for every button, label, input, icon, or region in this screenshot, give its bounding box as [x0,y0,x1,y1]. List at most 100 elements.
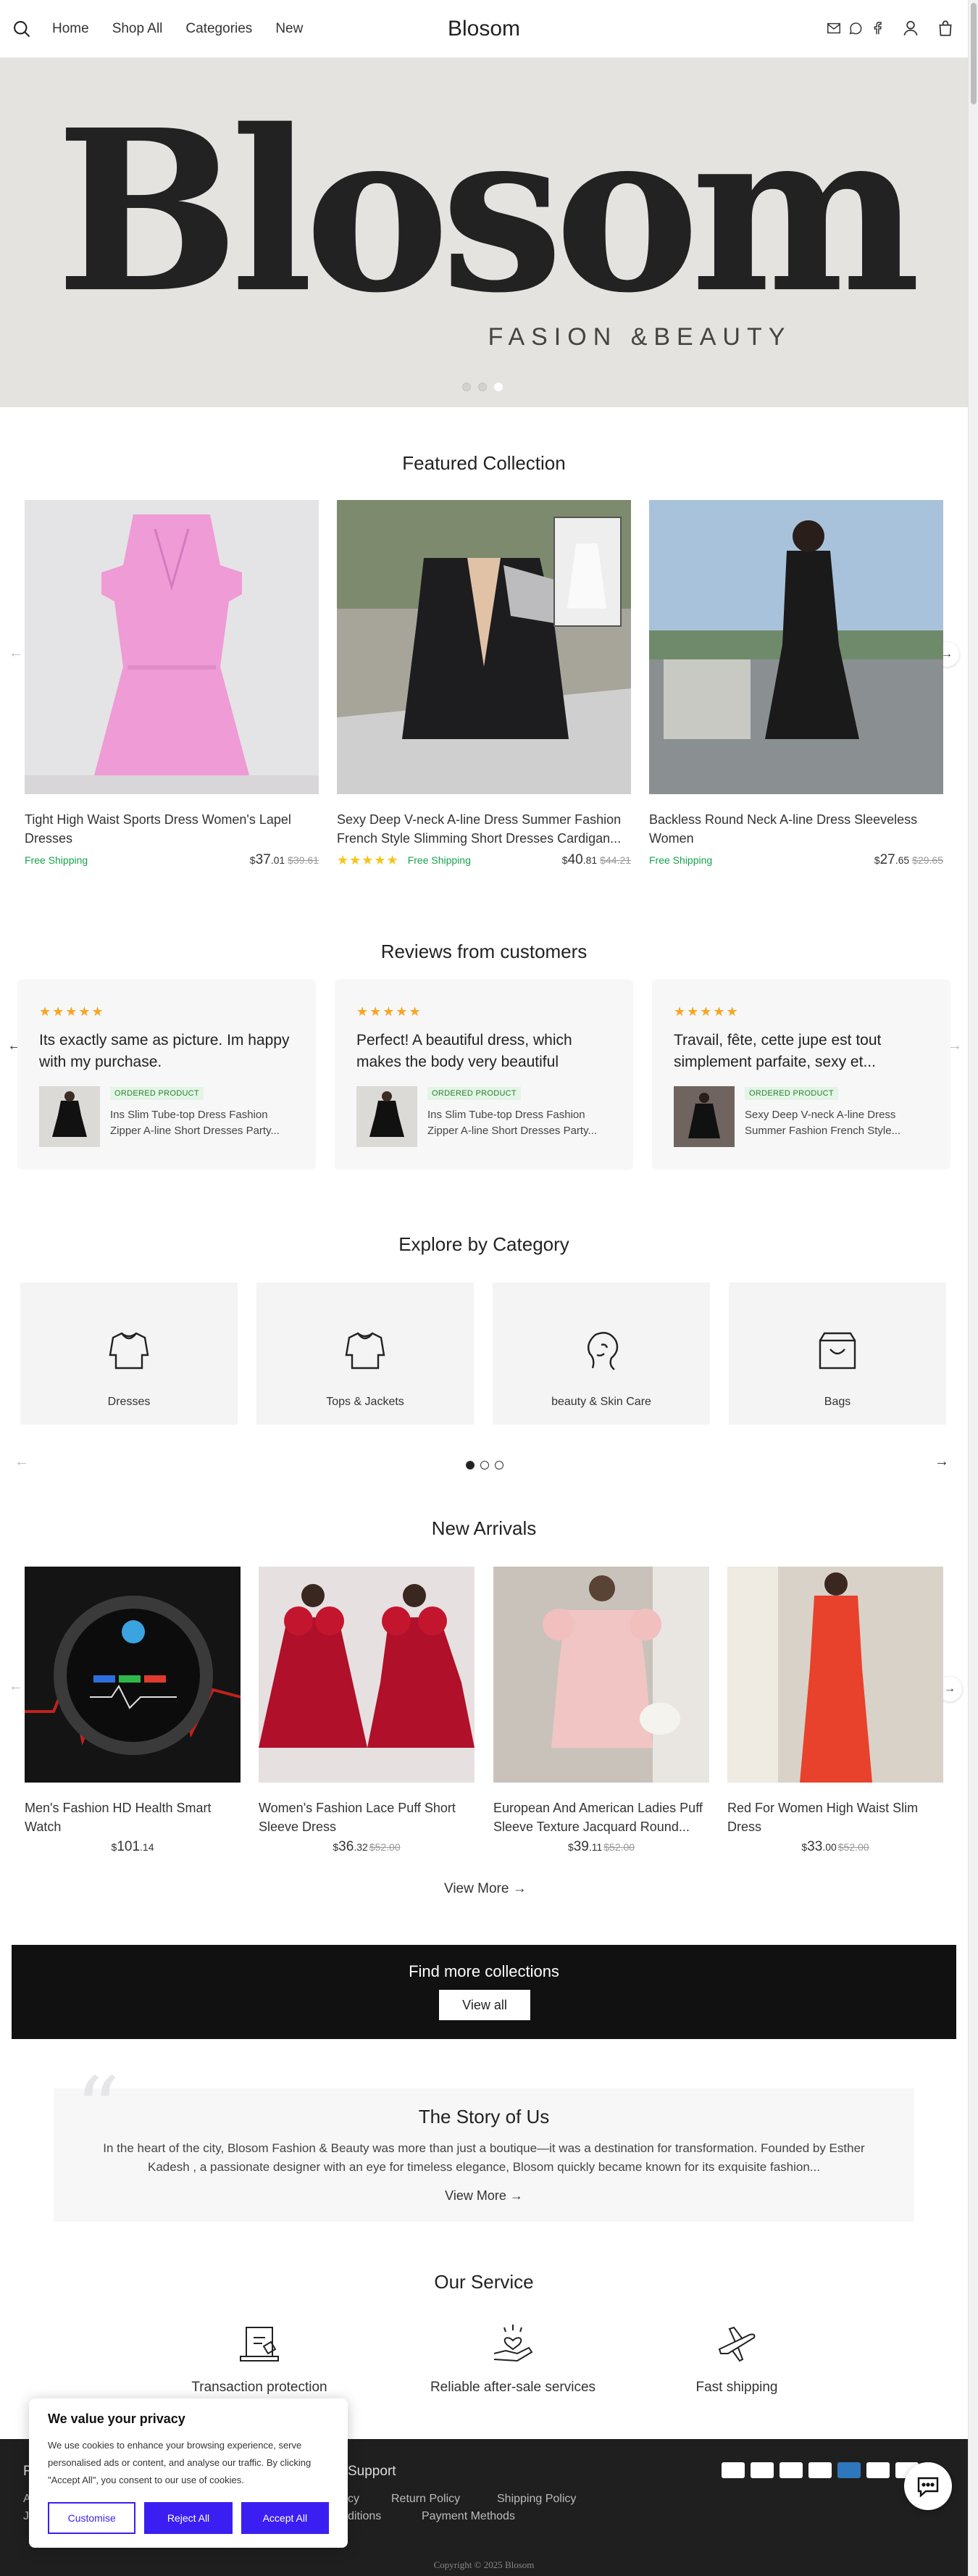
hero-logo-text: Blosom [55,80,921,342]
cookie-customise-button[interactable]: Customise [48,2502,136,2534]
product-card[interactable]: Sexy Deep V-neck A-line Dress Summer Fas… [337,500,631,868]
category-card-tops-jackets[interactable]: Tops & Jackets [256,1283,474,1425]
review-product-name[interactable]: Ins Slim Tube-top Dress Fashion Zipper A… [110,1107,294,1139]
product-card[interactable]: Tight High Waist Sports Dress Women's La… [25,500,319,868]
category-dot-active[interactable] [466,1461,475,1470]
review-card: ★★★★★ Perfect! A beautiful dress, which … [335,980,633,1170]
cookie-title: We value your privacy [48,2412,185,2426]
cart-icon[interactable] [936,19,955,38]
product-card[interactable]: Women's Fashion Lace Puff Short Sleeve D… [259,1567,475,1855]
account-icon[interactable] [901,19,920,38]
chat-button[interactable] [904,2462,952,2510]
facebook-icon[interactable] [869,20,885,36]
new-arrivals-prev-arrow[interactable]: ← [9,1678,23,1695]
service-label: Reliable after-sale services [430,2380,596,2395]
product-price: $37.01 $39.61 [249,852,319,867]
category-next-arrow[interactable]: → [935,1454,949,1470]
footer-link-payment-methods[interactable]: Payment Methods [422,2510,515,2523]
old-price: $44.21 [600,854,631,866]
amex-icon [837,2462,861,2478]
product-name[interactable]: Women's Fashion Lace Puff Short Sleeve D… [259,1798,475,1836]
review-product-thumb[interactable] [674,1086,735,1147]
story-title: The Story of Us [418,2106,550,2127]
old-price: $52.00 [603,1841,635,1853]
product-name[interactable]: Backless Round Neck A-line Dress Sleevel… [649,810,943,848]
review-text: Its exactly same as picture. Im happy wi… [39,1032,290,1070]
cookie-text: We use cookies to enhance your browsing … [48,2440,312,2485]
product-image[interactable] [25,1567,241,1783]
category-prev-arrow[interactable]: ← [14,1454,29,1470]
product-price: $36.32 $52.00 [333,1839,401,1854]
cookie-accept-all-button[interactable]: Accept All [241,2502,329,2534]
footer-link-return-policy[interactable]: Return Policy [391,2493,460,2506]
maestro-icon [780,2462,803,2478]
email-icon[interactable] [826,20,842,36]
product-image[interactable] [337,500,631,794]
product-name[interactable]: Red For Women High Waist Slim Dress [727,1798,943,1836]
search-icon[interactable] [12,19,32,39]
ordered-product-badge: ORDERED PRODUCT [110,1087,204,1100]
old-price: $52.00 [369,1841,401,1853]
nav-new[interactable]: New [275,21,303,37]
product-price: $101.14 [111,1839,154,1854]
category-label: Tops & Jackets [326,1396,404,1408]
product-name[interactable]: European And American Ladies Puff Sleeve… [493,1798,709,1836]
product-card[interactable]: Men's Fashion HD Health Smart Watch $101… [25,1567,241,1855]
product-image[interactable] [259,1567,475,1783]
review-card: ★★★★★ Its exactly same as picture. Im ha… [17,980,316,1170]
product-image[interactable] [25,500,319,794]
category-card-bags[interactable]: Bags [729,1283,946,1425]
product-name[interactable]: Sexy Deep V-neck A-line Dress Summer Fas… [337,810,631,848]
product-card[interactable]: Red For Women High Waist Slim Dress $33.… [727,1567,943,1855]
footer-link-partial[interactable]: cy [348,2493,359,2506]
product-image[interactable] [727,1567,943,1783]
hero-dot[interactable] [478,383,487,391]
footer-link-partial[interactable]: J [23,2510,29,2523]
review-text: Perfect! A beautiful dress, which makes … [356,1032,572,1070]
sweater-icon [109,1332,149,1370]
product-image[interactable] [493,1567,709,1783]
footer-link-partial[interactable]: ditions [348,2510,381,2523]
product-price: $27.65 $29.65 [874,852,943,867]
featured-prev-arrow[interactable]: ← [9,645,23,662]
nav-home[interactable]: Home [52,21,89,37]
copyright: Copyright © 2025 Blosom [433,2559,535,2570]
footer-link-shipping-policy[interactable]: Shipping Policy [497,2493,576,2506]
site-header: Home Shop All Categories New Blosom [0,0,968,58]
product-price: $39.11 $52.00 [567,1839,635,1854]
category-card-dresses[interactable]: Dresses [20,1283,238,1425]
category-dot[interactable] [495,1461,503,1470]
hero-banner[interactable]: Blosom FASION &BEAUTY [0,58,968,407]
page-scrollbar[interactable] [968,0,978,2576]
category-label: Dresses [107,1396,151,1408]
hero-dot-active[interactable] [494,383,503,391]
scrollbar-thumb[interactable] [971,3,977,104]
old-price: $29.65 [912,854,943,866]
story-view-more[interactable]: View More → [54,2188,914,2204]
product-image[interactable] [649,500,943,794]
review-product-name[interactable]: Ins Slim Tube-top Dress Fashion Zipper A… [427,1107,611,1139]
product-name[interactable]: Tight High Waist Sports Dress Women's La… [25,810,319,848]
service-item: Reliable after-sale services [419,2320,607,2396]
review-product-thumb[interactable] [356,1086,417,1147]
whatsapp-icon[interactable] [848,20,864,36]
product-card[interactable]: European And American Ladies Puff Sleeve… [493,1567,709,1855]
nav-shop-all[interactable]: Shop All [112,21,163,37]
hero-dot[interactable] [462,383,471,391]
product-name[interactable]: Men's Fashion HD Health Smart Watch [25,1798,241,1836]
nav-categories[interactable]: Categories [185,21,252,37]
service-label: Fast shipping [695,2380,778,2395]
ordered-product-badge: ORDERED PRODUCT [745,1087,838,1100]
review-product-name[interactable]: Sexy Deep V-neck A-line Dress Summer Fas… [745,1107,929,1139]
product-card[interactable]: Backless Round Neck A-line Dress Sleevel… [649,500,943,868]
cookie-reject-all-button[interactable]: Reject All [144,2502,233,2534]
review-stars: ★★★★★ [39,1004,105,1019]
view-all-button[interactable]: View all [439,1990,530,2020]
review-product-thumb[interactable] [39,1086,100,1147]
service-title: Our Service [434,2271,534,2293]
category-card-beauty[interactable]: beauty & Skin Care [493,1283,710,1425]
service-label: Transaction protection [191,2380,327,2395]
new-arrivals-view-more[interactable]: View More → [444,1881,527,1897]
category-dot[interactable] [480,1461,489,1470]
visa-icon [722,2462,745,2478]
